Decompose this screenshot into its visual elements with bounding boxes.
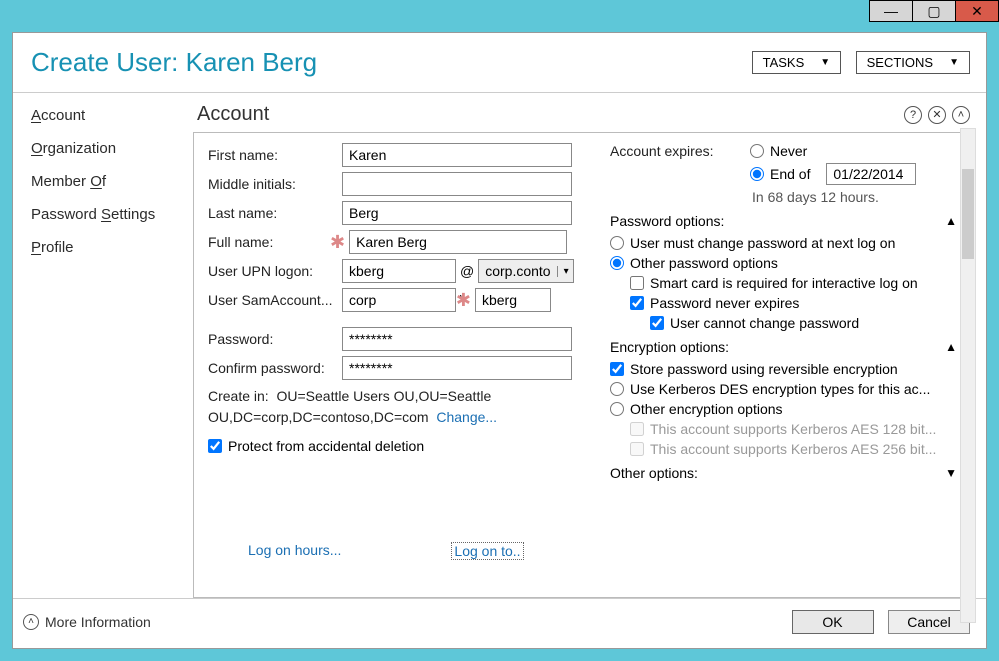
confirm-password-input[interactable] <box>342 356 572 380</box>
expires-in-label: In 68 days 12 hours. <box>752 189 957 205</box>
chevron-down-icon: ▼ <box>949 57 959 68</box>
expires-never-radio[interactable] <box>750 144 764 158</box>
chevron-up-icon: ˄ <box>23 614 39 630</box>
never-expire-checkbox[interactable] <box>630 296 644 310</box>
more-information-button[interactable]: ˄More Information <box>23 614 151 630</box>
aes256-checkbox <box>630 442 644 456</box>
label-sam: User SamAccount... <box>208 292 342 308</box>
label-password: Password: <box>208 331 342 347</box>
aes128-checkbox <box>630 422 644 436</box>
cancel-button[interactable]: Cancel <box>888 610 970 634</box>
at-symbol: @ <box>460 263 474 279</box>
account-panel: First name: Middle initials: Last name: … <box>193 132 976 598</box>
label-first-name: First name: <box>208 147 342 163</box>
maximize-button[interactable]: ▢ <box>912 0 956 22</box>
must-change-radio[interactable] <box>610 236 624 250</box>
ok-button[interactable]: OK <box>792 610 874 634</box>
expires-date-input[interactable] <box>826 163 916 185</box>
label-upn: User UPN logon: <box>208 263 342 279</box>
close-section-icon[interactable]: ✕ <box>928 106 946 124</box>
chevron-down-icon: ▾ <box>557 266 573 277</box>
other-enc-radio[interactable] <box>610 402 624 416</box>
tasks-button[interactable]: TASKS▼ <box>752 51 842 74</box>
sidebar-item-profile[interactable]: Profile <box>31 239 173 256</box>
upn-domain-select[interactable]: corp.conto▾ <box>478 259 573 283</box>
required-icon: ✱ <box>456 290 471 311</box>
expand-icon[interactable]: ▼ <box>945 466 957 480</box>
smartcard-checkbox[interactable] <box>630 276 644 290</box>
collapse-icon[interactable]: ▲ <box>945 340 957 354</box>
label-password-options: Password options: <box>610 213 724 229</box>
close-button[interactable]: ✕ <box>955 0 999 22</box>
sam-user-input[interactable] <box>475 288 551 312</box>
cannot-change-checkbox[interactable] <box>650 316 664 330</box>
dialog-body: Account Organization Member Of Password … <box>13 93 986 598</box>
sidebar-item-organization[interactable]: Organization <box>31 140 173 157</box>
sidebar-item-password-settings[interactable]: Password Settings <box>31 206 173 223</box>
help-icon[interactable]: ? <box>904 106 922 124</box>
collapse-icon[interactable]: ▲ <box>945 214 957 228</box>
label-middle-initials: Middle initials: <box>208 176 342 192</box>
logon-to-link[interactable]: Log on to.. <box>451 542 523 560</box>
dialog-footer: ˄More Information OK Cancel <box>13 598 986 644</box>
scrollbar[interactable] <box>960 128 976 623</box>
logon-hours-link[interactable]: Log on hours... <box>248 542 341 560</box>
upn-input[interactable] <box>342 259 456 283</box>
collapse-icon[interactable]: ˄ <box>952 106 970 124</box>
minimize-button[interactable]: — <box>869 0 913 22</box>
full-name-input[interactable] <box>349 230 567 254</box>
reversible-checkbox[interactable] <box>610 362 624 376</box>
dialog-title: Create User: Karen Berg <box>31 47 317 78</box>
first-name-input[interactable] <box>342 143 572 167</box>
label-createin: Create in: <box>208 388 269 404</box>
sidebar-item-memberof[interactable]: Member Of <box>31 173 173 190</box>
other-pwd-radio[interactable] <box>610 256 624 270</box>
middle-initials-input[interactable] <box>342 172 572 196</box>
label-confirm: Confirm password: <box>208 360 342 376</box>
dialog-header: Create User: Karen Berg TASKS▼ SECTIONS▼ <box>13 33 986 93</box>
label-protect: Protect from accidental deletion <box>228 438 424 454</box>
change-link[interactable]: Change... <box>436 409 497 425</box>
label-encryption-options: Encryption options: <box>610 339 729 355</box>
last-name-input[interactable] <box>342 201 572 225</box>
sidebar: Account Organization Member Of Password … <box>13 93 183 598</box>
expires-endof-radio[interactable] <box>750 167 764 181</box>
label-other-options: Other options: <box>610 465 698 481</box>
protect-checkbox[interactable] <box>208 439 222 453</box>
password-input[interactable] <box>342 327 572 351</box>
titlebar: — ▢ ✕ <box>0 0 999 32</box>
chevron-down-icon: ▼ <box>820 57 830 68</box>
label-account-expires: Account expires: <box>610 143 750 159</box>
label-full-name: Full name: <box>208 234 342 250</box>
scrollbar-thumb[interactable] <box>962 169 974 259</box>
sections-button[interactable]: SECTIONS▼ <box>856 51 970 74</box>
required-icon: ✱ <box>330 232 345 253</box>
sidebar-item-account[interactable]: Account <box>31 107 173 124</box>
label-last-name: Last name: <box>208 205 342 221</box>
dialog-window: Create User: Karen Berg TASKS▼ SECTIONS▼… <box>12 32 987 649</box>
sam-domain-input[interactable] <box>342 288 456 312</box>
section-title: Account <box>197 103 269 126</box>
kerberos-des-radio[interactable] <box>610 382 624 396</box>
